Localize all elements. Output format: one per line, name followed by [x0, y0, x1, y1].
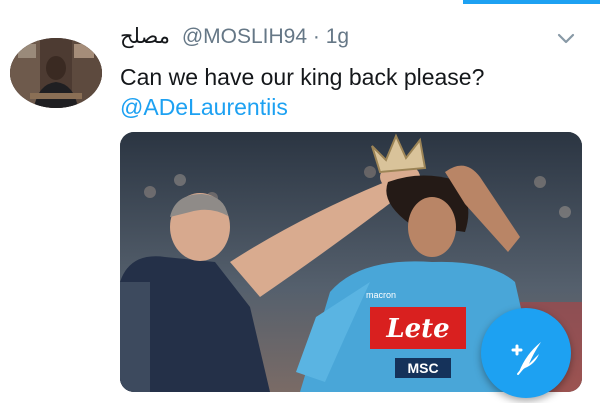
separator-dot: · [312, 25, 320, 48]
mention-link[interactable]: @ADeLaurentiis [120, 92, 484, 122]
compose-feather-icon [511, 342, 541, 375]
tweet-time[interactable]: 1g [326, 25, 349, 48]
display-name[interactable]: مصلح [120, 25, 170, 48]
tweet-text: Can we have our king back please? @ADeLa… [120, 62, 484, 122]
jersey-sponsor-text: Lete [385, 314, 449, 344]
tweet-body: Can we have our king back please? [120, 64, 485, 90]
user-handle[interactable]: @MOSLIH94 [182, 25, 307, 48]
tweet-header: مصلح @MOSLIH94 · 1g [120, 24, 349, 49]
avatar[interactable] [10, 38, 102, 108]
avatar-image [10, 38, 102, 108]
compose-tweet-button[interactable] [481, 308, 571, 398]
active-tab-indicator [463, 0, 600, 4]
jersey-brand-text: macron [366, 290, 396, 300]
chevron-down-icon[interactable] [556, 30, 576, 46]
jersey-sub-sponsor-text: MSC [407, 360, 438, 376]
